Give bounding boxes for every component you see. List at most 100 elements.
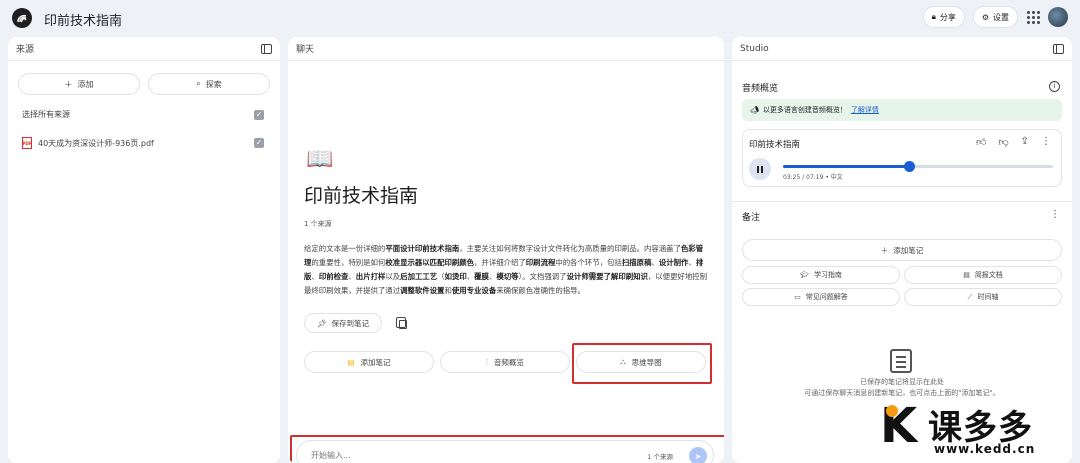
pin-icon: 📌︎: [316, 318, 327, 328]
audio-time: 03:25 / 07:19 • 中文: [783, 174, 843, 181]
pdf-file-icon: PDF: [22, 137, 32, 149]
share-label: 分享: [939, 12, 956, 22]
banner-learn-more-link[interactable]: 了解详情: [851, 105, 879, 115]
summary-segment: 、: [688, 258, 696, 267]
summary-segment: 设计制作: [658, 258, 689, 267]
kedd-watermark-logo: K 课多多 www.kedd.cn: [880, 398, 1080, 463]
chat-input-source-count: 1 个来源: [647, 453, 673, 461]
avatar[interactable]: [1048, 7, 1068, 27]
summary-segment: 给定的文本是一份详细的: [304, 244, 386, 253]
sources-title: 来源: [16, 45, 35, 55]
add-note-label: 添加笔记: [360, 357, 391, 367]
discover-search-icon: ⌕: [196, 79, 201, 88]
share-icon[interactable]: ⇪: [1021, 136, 1029, 148]
audio-player-card: 印前技术指南 👍︎ 👎︎ ⇪ ⋮ 03:25 / 07:19 • 中文: [742, 129, 1062, 187]
notebook-title[interactable]: 印前技术指南: [44, 10, 122, 29]
discover-button[interactable]: ⌕ 探索: [148, 73, 270, 95]
summary-segment: 后加工工艺: [400, 272, 438, 281]
chat-panel: 聊天 📖 印前技术指南 1 个来源 给定的文本是一份详细的平面设计印前技术指南，…: [288, 37, 724, 463]
collapse-studio-icon[interactable]: [1053, 43, 1064, 54]
add-source-button[interactable]: ＋ 添加: [18, 73, 140, 95]
thumbs-down-icon[interactable]: 👎︎: [998, 136, 1008, 148]
notebook-summary: 给定的文本是一份详细的平面设计印前技术指南，主要关注如何将数字设计文件转化为高质…: [304, 242, 708, 298]
plus-icon: ＋: [64, 79, 73, 89]
watermark-url: www.kedd.cn: [934, 442, 1036, 456]
summary-segment: 使用专业设备: [451, 286, 497, 295]
thumbs-up-icon[interactable]: 👍︎: [976, 136, 986, 148]
apps-grid-icon[interactable]: [1026, 10, 1040, 24]
chat-input[interactable]: [311, 447, 611, 463]
share-button[interactable]: 🔒︎ 分享: [922, 6, 965, 28]
settings-button[interactable]: ⚙ 设置: [972, 6, 1018, 28]
collapse-panel-icon[interactable]: [261, 43, 272, 54]
top-bar: 印前技术指南 🔒︎ 分享 ⚙ 设置: [0, 0, 1080, 36]
summary-segment: 的重要性，特别是如何: [311, 258, 386, 267]
faq-label: 常见问题解答: [805, 293, 848, 301]
empty-notes-icon: [890, 349, 912, 373]
chat-source-count: 1 个来源: [304, 220, 332, 228]
faq-button[interactable]: ▭ 常见问题解答: [742, 288, 900, 306]
summary-segment: 和: [444, 286, 452, 295]
summary-segment: ，并详细介绍了: [474, 258, 526, 267]
discover-label: 探索: [205, 79, 222, 89]
audio-progress-fill: [783, 165, 910, 168]
sources-panel: 来源 ＋ 添加 ⌕ 探索 选择所有来源 ✓ PDF 40天成为资深设计师-936…: [8, 37, 280, 463]
audio-progress-bar[interactable]: [783, 161, 1053, 172]
timeline-label: 时间轴: [977, 293, 999, 301]
chat-input-box[interactable]: 1 个来源 ➤: [296, 440, 714, 463]
summary-segment: ，主要关注如何将数字设计文件转化为高质量的印刷品。内容涵盖了: [459, 244, 681, 253]
notes-more-vert-icon[interactable]: ⋮: [1050, 209, 1060, 220]
mind-map-highlight-box: [572, 343, 712, 384]
settings-label: 设置: [993, 12, 1009, 22]
audio-wave-icon: ⫶: [486, 357, 488, 366]
studio-title: Studio: [740, 43, 769, 54]
study-guide-button[interactable]: 🎓︎ 学习指南: [742, 266, 900, 284]
send-icon[interactable]: ➤: [689, 447, 707, 463]
summary-segment: 模切等: [496, 272, 519, 281]
summary-segment: 调整软件设置: [400, 286, 445, 295]
notes-title: 备注: [742, 213, 761, 223]
audio-progress-knob[interactable]: [904, 161, 916, 172]
add-note-button[interactable]: ▤ 添加笔记: [304, 351, 434, 373]
studio-add-note-button[interactable]: ＋ 添加笔记: [742, 239, 1062, 261]
select-all-checkbox[interactable]: ✓: [254, 109, 264, 120]
save-to-note-button[interactable]: 📌︎ 保存到笔记: [304, 313, 382, 333]
summary-segment: （: [437, 272, 445, 281]
source-item[interactable]: PDF 40天成为资深设计师-936页.pdf ✓: [8, 137, 280, 149]
summary-segment: 、: [311, 272, 319, 281]
pause-button[interactable]: [749, 158, 771, 180]
summary-segment: 出片打样: [355, 272, 386, 281]
document-icon: ▤: [963, 271, 970, 279]
book-icon: 📖: [306, 147, 334, 172]
briefing-doc-button[interactable]: ▤ 简报文档: [904, 266, 1062, 284]
divider: [732, 201, 1072, 202]
select-all-label: 选择所有来源: [22, 110, 70, 119]
more-vert-icon[interactable]: ⋮: [1041, 136, 1051, 148]
summary-segment: 覆膜: [474, 272, 489, 281]
copy-icon[interactable]: [396, 317, 407, 329]
summary-segment: 平面设计印前技术指南: [385, 244, 460, 253]
gear-icon: ⚙: [981, 12, 989, 22]
info-icon[interactable]: i: [1049, 81, 1060, 92]
chat-notebook-title: 印前技术指南: [304, 185, 419, 207]
megaphone-icon: 📣︎: [750, 106, 759, 114]
watermark-k-glyph: K: [880, 398, 918, 454]
chat-title: 聊天: [296, 45, 315, 55]
watermark-dot: [886, 405, 898, 417]
banner-text: 以更多语言创建音频概览！: [762, 106, 847, 114]
graduation-cap-icon: 🎓︎: [800, 271, 809, 279]
add-source-label: 添加: [77, 79, 94, 89]
study-guide-label: 学习指南: [813, 271, 842, 279]
timeline-button[interactable]: ⟋ 时间轴: [904, 288, 1062, 306]
lock-icon: 🔒︎: [931, 12, 936, 21]
audio-banner: 📣︎ 以更多语言创建音频概览！ 了解详情: [742, 99, 1062, 121]
note-icon: ▤: [347, 357, 355, 367]
timeline-icon: ⟋: [967, 292, 973, 301]
source-item-checkbox[interactable]: ✓: [254, 138, 264, 148]
audio-overview-label: 音频概览: [493, 357, 524, 367]
summary-segment: 印前检查: [318, 272, 349, 281]
select-all-row[interactable]: 选择所有来源 ✓: [8, 109, 280, 120]
audio-overview-button[interactable]: ⫶ 音频概览: [440, 351, 570, 373]
summary-segment: ）。文档强调了: [518, 272, 567, 281]
notebooklm-logo-icon[interactable]: [12, 8, 32, 28]
